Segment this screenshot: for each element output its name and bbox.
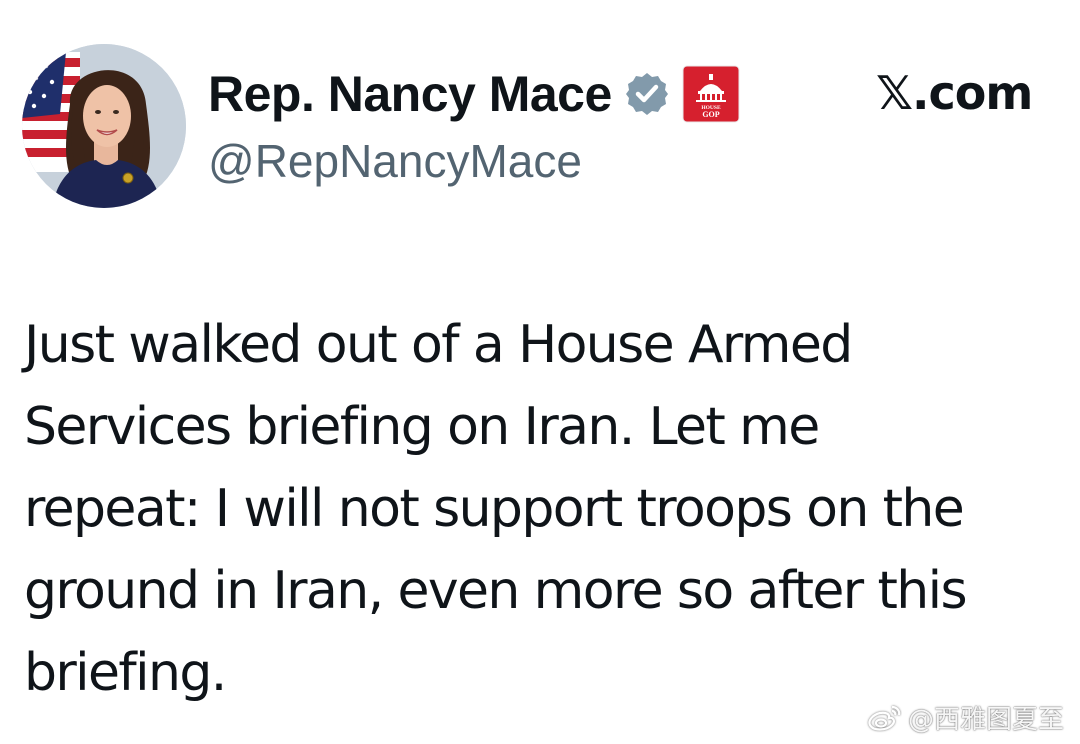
tweet-body: Just walked out of a House Armed Service… <box>24 315 968 703</box>
user-handle[interactable]: @RepNancyMace <box>208 138 582 184</box>
avatar[interactable] <box>22 44 186 208</box>
weibo-icon <box>866 703 902 733</box>
source-label: 𝕏.com <box>876 66 1033 120</box>
tweet-header: Rep. Nancy Mace HOUSE GOP @RepNancyMace … <box>0 0 1080 230</box>
watermark: @西雅图夏至 <box>866 699 1064 736</box>
watermark-text: @西雅图夏至 <box>907 705 1064 735</box>
avatar-photo <box>22 44 186 208</box>
verified-badge-icon <box>624 71 670 117</box>
name-row: Rep. Nancy Mace HOUSE GOP <box>208 62 740 126</box>
badge-label-bottom: GOP <box>702 110 719 119</box>
display-name[interactable]: Rep. Nancy Mace <box>208 69 612 119</box>
house-gop-badge-icon[interactable]: HOUSE GOP <box>682 65 740 123</box>
